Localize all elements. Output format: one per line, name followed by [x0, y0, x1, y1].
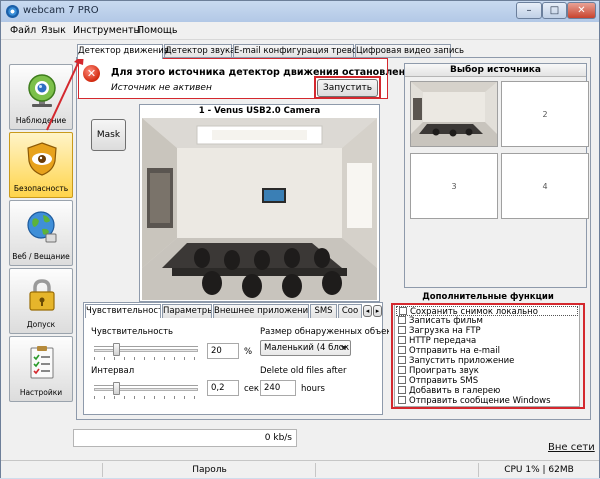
sensitivity-slider[interactable] [94, 343, 198, 360]
slider-thumb[interactable] [113, 382, 120, 395]
interval-slider[interactable] [94, 382, 198, 399]
additional-functions-title: Дополнительные функции [422, 292, 554, 302]
source-cell-1[interactable] [410, 81, 498, 147]
source-selection-panel: Выбор источника 2 3 4 [404, 63, 589, 288]
object-size-label: Размер обнаруженных объект [260, 327, 397, 337]
camera-image [142, 118, 377, 300]
source-cell-2[interactable]: 2 [501, 81, 589, 147]
status-bar: Пароль CPU 1% | 62MB [1, 460, 599, 478]
delete-hours-input[interactable]: 240 [260, 380, 296, 396]
subtab-sensitivity[interactable]: Чувствительность [85, 304, 161, 318]
object-size-value: Маленький (4 блок [264, 343, 350, 353]
chevron-down-icon [341, 346, 347, 350]
slider-thumb[interactable] [113, 343, 120, 356]
subtab-scroll-left[interactable]: ◂ [363, 305, 372, 317]
source-cell-4[interactable]: 4 [501, 153, 589, 219]
slider-ticks [94, 396, 198, 399]
mask-button[interactable]: Mask [91, 119, 126, 151]
status-empty [3, 463, 103, 477]
status-empty-2 [317, 463, 479, 477]
object-size-select[interactable]: Маленький (4 блок [260, 340, 351, 356]
bandwidth-indicator: 0 kb/s [73, 429, 297, 447]
sensitivity-label: Чувствительность [91, 327, 174, 337]
slider-track [94, 349, 198, 352]
interval-label: Интервал [91, 366, 135, 376]
functions-highlight [391, 303, 585, 409]
subtab-sms[interactable]: SMS [310, 304, 337, 318]
interval-unit: сек [244, 384, 260, 394]
source-cell-3[interactable]: 3 [410, 153, 498, 219]
camera-title: 1 - Venus USB2.0 Camera [198, 106, 321, 116]
tab-motion-detector[interactable]: Детектор движения [77, 44, 169, 59]
sensitivity-input[interactable]: 20 [207, 343, 239, 359]
delete-files-label: Delete old files after [260, 366, 347, 376]
interval-input[interactable]: 0,2 [207, 380, 239, 396]
subtab-more[interactable]: Coo [338, 304, 362, 318]
sensitivity-unit: % [244, 347, 253, 357]
source-thumbnail [411, 82, 497, 146]
slider-track [94, 388, 198, 391]
offline-link[interactable]: Вне сети [548, 442, 595, 453]
status-password[interactable]: Пароль [104, 463, 316, 477]
delete-hours-unit: hours [301, 384, 325, 394]
subtab-scroll-right[interactable]: ▸ [373, 305, 382, 317]
subtab-external-app[interactable]: Внешнее приложение [213, 304, 309, 318]
status-cpu-memory: CPU 1% | 62MB [504, 465, 574, 475]
app-window: webcam 7 PRO – □ ✕ Файл Язык Инструменты… [0, 0, 600, 478]
slider-ticks [94, 357, 198, 360]
source-selection-title: Выбор источника [405, 64, 586, 77]
camera-view: 1 - Venus USB2.0 Camera [139, 104, 380, 302]
subtab-parameters[interactable]: Параметры [162, 304, 212, 318]
